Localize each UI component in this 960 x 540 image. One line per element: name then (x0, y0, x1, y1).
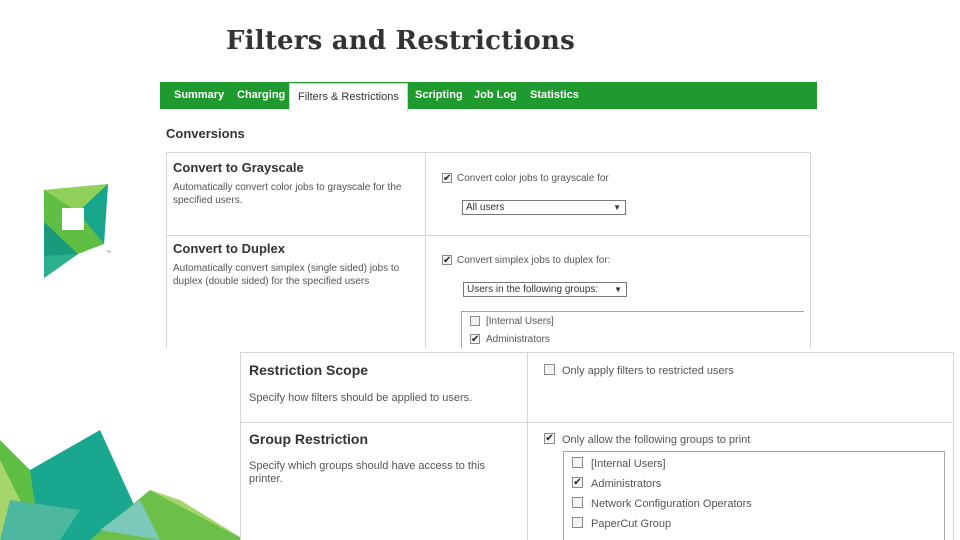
duplex-checkbox-label: Convert simplex jobs to duplex for: (457, 255, 611, 266)
restricted-users-checkbox-label: Only apply filters to restricted users (562, 365, 734, 377)
group-label-internal-users: [Internal Users] (486, 316, 554, 327)
allowed-group-checkbox-papercut-group[interactable] (572, 517, 583, 528)
allow-groups-checkbox-label: Only allow the following groups to print (562, 434, 751, 446)
group-checkbox-internal-users[interactable] (470, 316, 480, 326)
allowed-group-checkbox-administrators[interactable]: ✔ (572, 477, 583, 488)
grayscale-checkbox[interactable]: ✔ (442, 173, 452, 184)
group-checkbox-administrators[interactable]: ✔ (470, 334, 480, 345)
tab-job-log[interactable]: Job Log (474, 82, 517, 109)
duplex-groups-select[interactable]: Users in the following groups: ▼ (463, 282, 627, 297)
grayscale-title: Convert to Grayscale (173, 160, 304, 175)
allowed-group-checkbox-network-config-operators[interactable] (572, 497, 583, 508)
group-restriction-description: Specify which groups should have access … (249, 460, 486, 485)
section-heading-conversions: Conversions (166, 126, 245, 141)
tab-summary[interactable]: Summary (174, 82, 224, 109)
tab-bar: Summary Charging Filters & Restrictions … (160, 82, 817, 111)
slide-title: Filters and Restrictions (226, 26, 575, 56)
duplex-groups-list: [Internal Users] ✔ Administrators (461, 311, 804, 348)
grayscale-checkbox-label: Convert color jobs to grayscale for (457, 173, 609, 184)
restrictions-panel: Restriction Scope Specify how filters sh… (240, 352, 954, 540)
allowed-group-label-papercut-group: PaperCut Group (591, 518, 672, 530)
dropdown-arrow-icon: ▼ (614, 285, 622, 294)
allowed-groups-list: [Internal Users] ✔ Administrators Networ… (563, 451, 945, 540)
tab-scripting[interactable]: Scripting (415, 82, 463, 109)
grayscale-select-value: All users (466, 202, 505, 213)
allowed-group-label-administrators: Administrators (591, 478, 662, 490)
decorative-triangles (0, 430, 245, 540)
allowed-group-label-internal-users: [Internal Users] (591, 458, 666, 470)
grayscale-users-select[interactable]: All users ▼ (462, 200, 626, 215)
tab-filters-restrictions[interactable]: Filters & Restrictions (289, 83, 408, 111)
printer-settings-panel: Summary Charging Filters & Restrictions … (160, 82, 817, 348)
allow-groups-checkbox[interactable]: ✔ (544, 433, 555, 444)
group-restriction-title: Group Restriction (249, 431, 369, 447)
duplex-title: Convert to Duplex (173, 241, 285, 256)
restriction-scope-description: Specify how filters should be applied to… (249, 392, 473, 404)
allowed-group-checkbox-internal-users[interactable] (572, 457, 583, 468)
allowed-group-label-network-config-operators: Network Configuration Operators (591, 498, 752, 510)
grayscale-description: Automatically convert color jobs to gray… (173, 182, 402, 206)
dropdown-arrow-icon: ▼ (613, 203, 621, 212)
restriction-scope-title: Restriction Scope (249, 362, 369, 378)
duplex-checkbox[interactable]: ✔ (442, 255, 452, 266)
papercut-logo: ™ (44, 184, 111, 278)
group-label-administrators: Administrators (486, 334, 550, 345)
restricted-users-checkbox[interactable] (544, 364, 555, 375)
svg-text:™: ™ (106, 250, 111, 256)
duplex-description: Automatically convert simplex (single si… (173, 263, 400, 287)
conversions-grid: Convert to Grayscale Automatically conve… (166, 152, 811, 348)
duplex-select-value: Users in the following groups: (467, 284, 599, 295)
tab-statistics[interactable]: Statistics (530, 82, 579, 109)
tab-charging[interactable]: Charging (237, 82, 285, 109)
